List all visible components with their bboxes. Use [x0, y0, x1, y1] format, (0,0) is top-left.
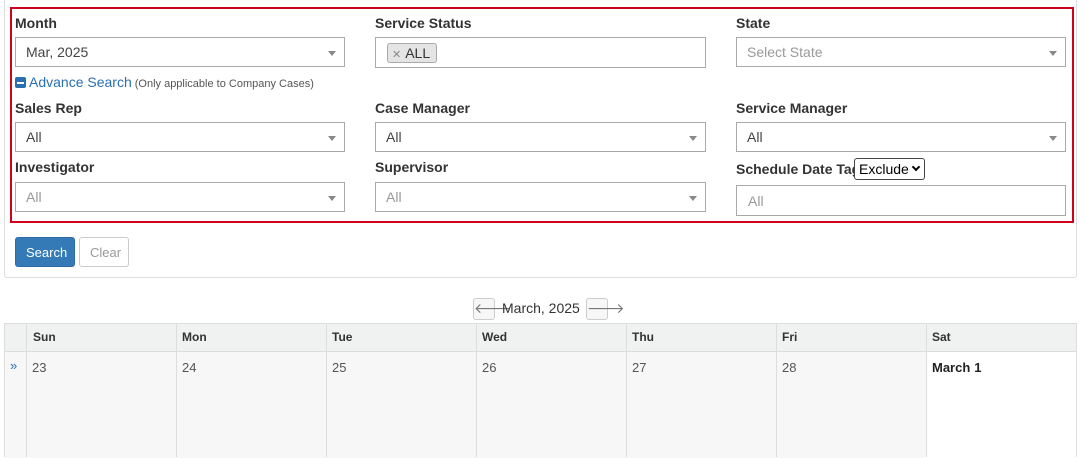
header-tue: Tue: [332, 330, 353, 344]
grid-line: [26, 324, 27, 457]
grid-line: [926, 324, 927, 457]
grid-line: [776, 324, 777, 457]
service-status-tag-text: ALL: [405, 45, 431, 61]
day-cell-25[interactable]: 25: [332, 360, 346, 375]
advance-search-toggle[interactable]: Advance Search (Only applicable to Compan…: [15, 74, 314, 90]
case-manager-select[interactable]: All: [375, 122, 706, 152]
service-manager-value: All: [747, 129, 763, 145]
schedule-date-tag-input[interactable]: All: [736, 185, 1066, 216]
dropdown-arrow-icon: [689, 136, 697, 141]
grid-line: [626, 324, 627, 457]
dropdown-arrow-icon: [689, 196, 697, 201]
investigator-label: Investigator: [15, 159, 95, 175]
supervisor-label: Supervisor: [375, 159, 449, 175]
dropdown-arrow-icon: [328, 51, 336, 56]
service-manager-select[interactable]: All: [736, 122, 1066, 152]
calendar-header-row: [5, 324, 1076, 352]
search-button[interactable]: Search: [15, 237, 75, 267]
grid-line: [326, 324, 327, 457]
schedule-date-tag-mode-select[interactable]: Exclude: [854, 158, 925, 180]
case-manager-value: All: [386, 129, 402, 145]
sales-rep-value: All: [26, 129, 42, 145]
remove-tag-icon[interactable]: ✕: [392, 49, 401, 61]
calendar-grid: Sun Mon Tue Wed Thu Fri Sat » 23 24 25 2…: [4, 323, 1077, 458]
dropdown-arrow-icon: [1049, 136, 1057, 141]
month-select[interactable]: Mar, 2025: [15, 37, 345, 67]
advance-search-link[interactable]: Advance Search: [29, 74, 132, 90]
chevron-down-icon: [911, 162, 921, 172]
dropdown-arrow-icon: [328, 136, 336, 141]
state-select[interactable]: Select State: [736, 37, 1066, 67]
supervisor-select[interactable]: All: [375, 182, 706, 212]
day-cell-23[interactable]: 23: [32, 360, 46, 375]
case-manager-label: Case Manager: [375, 100, 470, 116]
service-status-multiselect[interactable]: ✕ ALL: [375, 37, 706, 68]
week-expand-icon[interactable]: »: [10, 358, 17, 373]
day-cell-march-1[interactable]: March 1: [932, 360, 982, 375]
header-sun: Sun: [33, 330, 56, 344]
header-sat: Sat: [932, 330, 951, 344]
arrow-right-icon[interactable]: 🡒: [586, 298, 625, 320]
investigator-select[interactable]: All: [15, 182, 345, 212]
header-thu: Thu: [632, 330, 654, 344]
schedule-date-tag-label: Schedule Date Tag: [736, 161, 861, 177]
dropdown-arrow-icon: [1049, 51, 1057, 56]
month-select-value: Mar, 2025: [26, 44, 89, 60]
arrow-left-icon[interactable]: 🡐: [473, 298, 512, 320]
clear-button[interactable]: Clear: [79, 237, 129, 267]
header-wed: Wed: [482, 330, 508, 344]
dropdown-arrow-icon: [328, 196, 336, 201]
grid-line: [476, 324, 477, 457]
day-cell-26[interactable]: 26: [482, 360, 496, 375]
calendar-month-title: March, 2025: [502, 300, 580, 316]
month-label: Month: [15, 15, 57, 31]
service-status-label: Service Status: [375, 15, 472, 31]
state-label: State: [736, 15, 771, 31]
investigator-value: All: [26, 189, 42, 205]
schedule-date-tag-placeholder: All: [748, 193, 764, 209]
advance-search-note: (Only applicable to Company Cases): [134, 78, 314, 90]
day-number: 1: [974, 360, 982, 375]
grid-line: [176, 324, 177, 457]
sales-rep-select[interactable]: All: [15, 122, 345, 152]
schedule-date-tag-mode-value: Exclude: [859, 161, 909, 177]
header-fri: Fri: [782, 330, 798, 344]
day-cell-24[interactable]: 24: [182, 360, 196, 375]
day-cell-28[interactable]: 28: [782, 360, 796, 375]
sales-rep-label: Sales Rep: [15, 100, 82, 116]
supervisor-value: All: [386, 189, 402, 205]
header-mon: Mon: [182, 330, 207, 344]
day-cell-27[interactable]: 27: [632, 360, 646, 375]
minus-square-icon: [15, 77, 26, 88]
service-manager-label: Service Manager: [736, 100, 848, 116]
current-month-label: March: [932, 360, 971, 375]
service-status-tag: ✕ ALL: [387, 43, 438, 63]
state-select-placeholder: Select State: [747, 44, 823, 60]
